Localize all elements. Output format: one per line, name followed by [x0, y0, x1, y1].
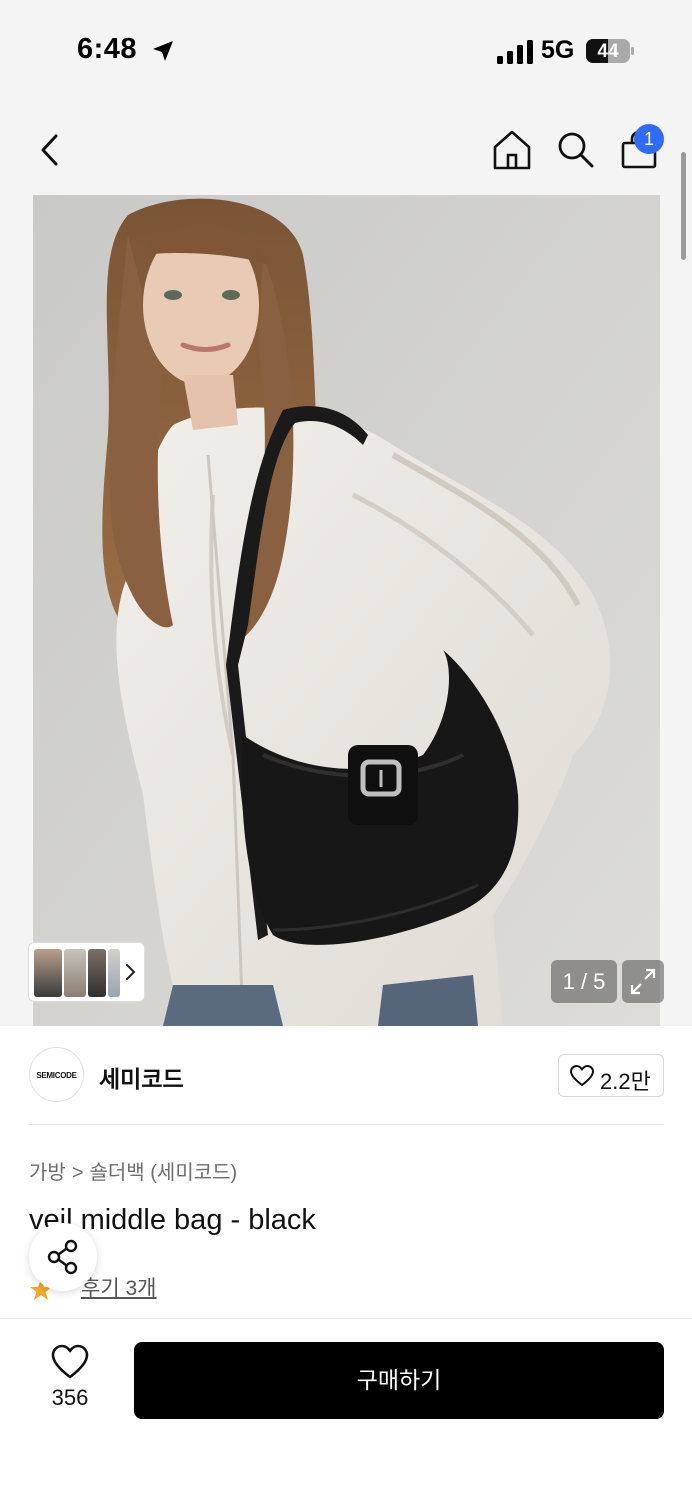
breadcrumb-separator: >	[71, 1162, 84, 1184]
status-time: 6:48	[77, 33, 138, 65]
product-photo	[33, 195, 660, 1026]
image-page-counter: 1 / 5	[551, 960, 617, 1003]
wishlist-heart-icon[interactable]	[51, 1344, 89, 1380]
heart-icon	[570, 1065, 594, 1087]
thumbnail-4[interactable]	[108, 949, 120, 997]
chevron-right-icon[interactable]	[123, 957, 139, 987]
brand-like-count: 2.2만	[600, 1069, 651, 1094]
review-link[interactable]: 후기 3개	[81, 1272, 156, 1302]
expand-button[interactable]	[622, 960, 664, 1003]
share-button[interactable]	[29, 1223, 97, 1291]
thumbnail-3[interactable]	[88, 949, 106, 997]
breadcrumb-category[interactable]: 가방	[29, 1162, 66, 1184]
signal-icon	[497, 40, 533, 64]
divider	[29, 1124, 664, 1125]
brand-logo[interactable]: SEMICODE	[29, 1047, 84, 1102]
status-bar: 6:48 5G 44	[0, 0, 692, 100]
back-icon[interactable]	[34, 130, 68, 170]
thumbnail-2[interactable]	[64, 949, 86, 997]
scroll-indicator[interactable]	[681, 152, 686, 260]
home-icon[interactable]	[492, 129, 532, 171]
share-icon	[47, 1239, 78, 1275]
thumbnail-1[interactable]	[34, 949, 62, 997]
battery-level: 44	[597, 41, 619, 62]
cart-count-badge: 1	[634, 124, 664, 154]
brand-name[interactable]: 세미코드	[99, 1060, 184, 1094]
buy-button[interactable]: 구매하기	[134, 1342, 664, 1419]
expand-icon	[630, 968, 656, 995]
location-arrow-icon	[153, 41, 173, 61]
search-icon[interactable]	[556, 130, 596, 170]
wishlist-count: 356	[51, 1385, 89, 1410]
network-type: 5G	[541, 36, 575, 64]
brand-like-button[interactable]: 2.2만	[558, 1054, 664, 1097]
thumbnail-strip[interactable]	[28, 942, 145, 1002]
breadcrumb-subcategory[interactable]: 숄더백 (세미코드)	[90, 1162, 238, 1184]
breadcrumb: 가방 > 숄더백 (세미코드)	[29, 1156, 237, 1185]
product-main-image[interactable]	[33, 195, 660, 1026]
